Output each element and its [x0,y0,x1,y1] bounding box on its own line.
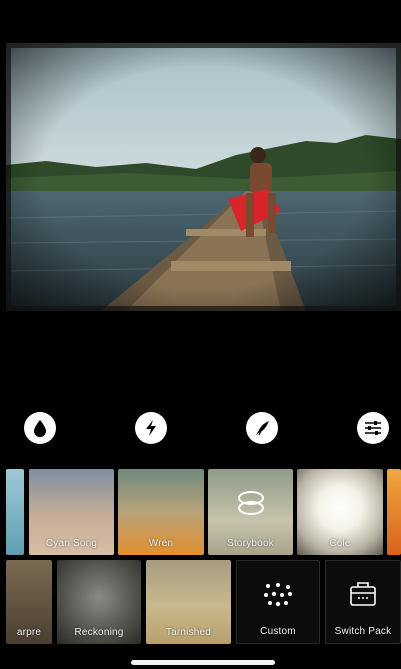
lightning-icon [146,420,156,436]
texture-tile-cyan-song[interactable]: Cyan Song [29,469,114,555]
sliders-button[interactable] [357,412,389,444]
texture-tile-cole[interactable]: Cole [297,469,383,555]
bird-icon [256,421,269,436]
texture-tile[interactable] [6,469,24,555]
overlay-label: arpre [16,627,42,638]
rings-icon [208,489,293,517]
overlay-tile-tarnished[interactable]: Tarnished [146,560,231,644]
texture-label: Wren [148,538,174,549]
adjustment-toolbar [6,412,401,448]
overlay-strip[interactable]: arpre Reckoning Tarnished Custom Switch … [6,560,401,644]
texture-tile-storybook[interactable]: Storybook [208,469,293,555]
texture-label: Cole [329,538,351,549]
switch-pack-button[interactable]: Switch Pack [325,560,401,644]
app-screen: Cyan Song Wren Storybook Cole arpre Reck… [6,4,401,665]
texture-label: Storybook [227,538,274,549]
overlay-label: Switch Pack [334,626,392,637]
custom-button[interactable]: Custom [236,560,320,644]
droplet-button[interactable] [24,412,56,444]
overlay-label: Reckoning [74,627,124,638]
overlay-label: Tarnished [165,627,212,638]
texture-tile-wren[interactable]: Wren [118,469,204,555]
sliders-icon [365,421,381,435]
lightning-button[interactable] [135,412,167,444]
texture-tile[interactable] [387,469,401,555]
home-indicator[interactable] [131,660,275,665]
overlay-tile[interactable]: arpre [6,560,52,644]
texture-strip[interactable]: Cyan Song Wren Storybook Cole [6,469,401,555]
photo-preview[interactable] [6,43,401,311]
droplet-icon [34,420,46,437]
overlay-tile-reckoning[interactable]: Reckoning [57,560,141,644]
bird-button[interactable] [246,412,278,444]
case-icon [326,581,400,607]
overlay-label: Custom [260,626,296,637]
texture-label: Cyan Song [45,538,98,549]
dots-grid-icon [237,581,319,609]
canoe-photo [6,43,401,311]
